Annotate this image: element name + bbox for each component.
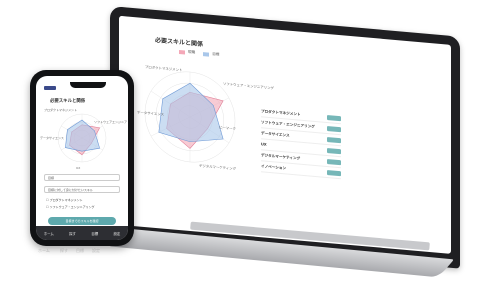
legend-label-target: 目標 (212, 51, 220, 57)
skill-detail-button[interactable] (327, 147, 341, 154)
skill-checkbox[interactable]: ☐ プロダクトマネジメント (46, 198, 83, 202)
phone-screen: 必要スキルと関係 プロダクトマネジメント ソフトウェアエンジニア データサイエン… (36, 76, 128, 240)
phone: 必要スキルと関係 プロダクトマネジメント ソフトウェアエンジニア データサイエン… (30, 70, 134, 246)
skill-checkbox-label: プロダクトマネジメント (49, 198, 83, 202)
skill-checkbox-label: ソフトウェア・エンジニアリング (49, 205, 95, 209)
laptop-screen: 必要スキルと関係 現職 目標 プロダクトマネジメント ソフトウェア・エンジニアリン… (119, 15, 451, 254)
phone-axis-label: プロダクトマネジメント (44, 108, 78, 112)
skill-checkbox[interactable]: ☐ ソフトウェア・エンジニアリング (46, 205, 95, 209)
skill-radar-chart (144, 71, 236, 163)
check-skills-button[interactable]: 目標までのスキルを確認 (48, 217, 116, 225)
skill-name: UX (261, 142, 267, 147)
phone-page-title: 必要スキルと関係 (50, 99, 86, 104)
skill-detail-button[interactable] (327, 169, 341, 176)
legend-swatch-current (179, 49, 185, 55)
reflection-tab: ホーム (38, 248, 50, 253)
legend-item-target: 目標 (203, 51, 219, 57)
tab-bar: ホーム 探す 目標 設定 (36, 226, 128, 240)
skill-name: プロダクトマネジメント (261, 108, 301, 117)
skill-detail-button[interactable] (327, 158, 341, 165)
phone-axis-label: UX (76, 166, 81, 170)
reflection-tab: 目標 (76, 248, 84, 253)
legend-swatch-target (203, 51, 210, 57)
phone-axis-label: データサイエンス (40, 136, 64, 140)
skill-name: データサイエンス (261, 130, 290, 138)
legend-label-current: 現職 (188, 49, 196, 55)
reflection: ホーム 探す 目標 設定 (30, 244, 330, 303)
radar-series-target (158, 82, 224, 143)
phone-axis-label: ソフトウェアエンジニア (94, 120, 128, 124)
skill-name: デジタルマーケティング (261, 152, 301, 161)
tab-home[interactable]: ホーム (44, 231, 54, 236)
page-title: 必要スキルと関係 (155, 36, 204, 49)
skill-select[interactable]: 目標に対して身に付けたいスキル (44, 186, 120, 193)
radar-series-target (65, 119, 101, 152)
phone-notch (70, 82, 106, 88)
tab-goal[interactable]: 目標 (91, 231, 98, 236)
app-logo (44, 86, 56, 90)
skill-detail-button[interactable] (327, 136, 341, 143)
skill-detail-button[interactable] (327, 114, 341, 121)
skill-list: プロダクトマネジメント ソフトウェア・エンジニアリング データサイエンス UX … (261, 106, 341, 180)
legend-item-current: 現職 (179, 49, 195, 55)
tab-settings[interactable]: 設定 (114, 231, 121, 236)
tab-search[interactable]: 探す (69, 231, 76, 236)
reflection-tab: 探す (60, 248, 68, 253)
reflection-tab: 設定 (92, 248, 100, 253)
skill-name: イノベーション (261, 163, 287, 170)
goal-select[interactable]: 目標 (44, 174, 120, 181)
skill-detail-button[interactable] (327, 125, 341, 132)
chart-legend: 現職 目標 (179, 49, 219, 58)
